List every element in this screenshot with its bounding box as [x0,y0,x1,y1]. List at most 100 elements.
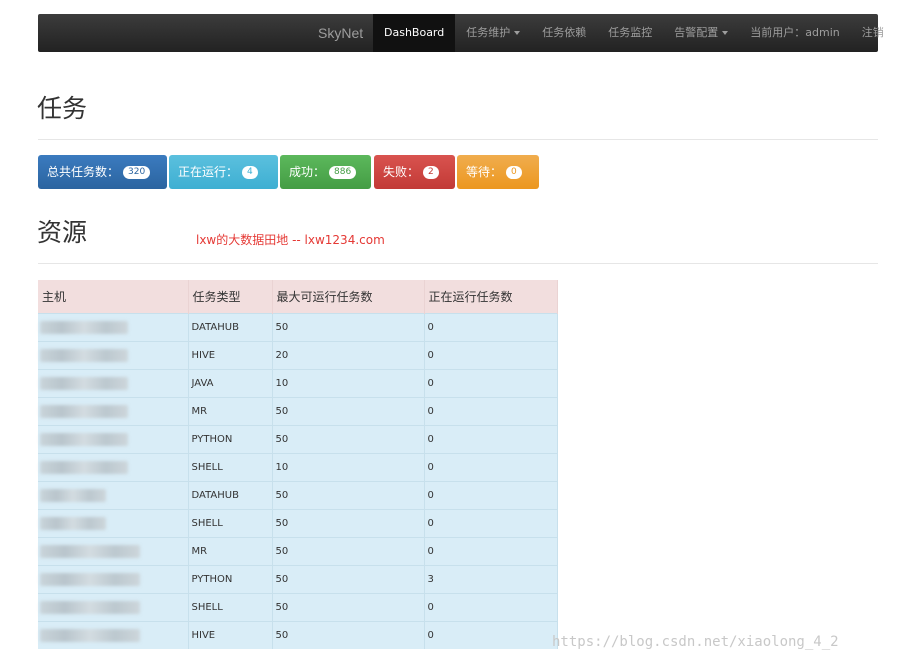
host-cell-redacted [38,537,189,566]
host-cell-redacted [38,481,189,510]
redacted-host-blur [40,321,128,334]
task-type-cell: MR [188,397,273,426]
task-type-cell: SHELL [188,453,273,482]
redacted-host-blur [40,433,128,446]
table-row: SHELL 50 0 [38,593,558,622]
redacted-host-blur [40,545,140,558]
running-tasks-cell: 0 [424,481,558,510]
table-row: SHELL 10 0 [38,453,558,482]
table-row: HIVE 20 0 [38,341,558,370]
running-tasks-cell: 0 [424,537,558,566]
total-tasks-button[interactable]: 总共任务数： 320 [38,155,167,189]
blog-watermark-text: lxw的大数据田地 -- lxw1234.com [196,233,385,247]
nav-item-task-dependency[interactable]: 任务依赖 [531,14,597,52]
task-type-cell: DATAHUB [188,313,273,342]
task-type-cell: HIVE [188,621,273,649]
max-tasks-cell: 50 [272,537,425,566]
host-cell-redacted [38,565,189,594]
running-tasks-cell: 0 [424,593,558,622]
divider [38,139,878,140]
max-tasks-cell: 50 [272,621,425,649]
task-type-cell: PYTHON [188,565,273,594]
waiting-tasks-label: 等待： [466,165,503,179]
nav-item-alert-config[interactable]: 告警配置 [663,14,739,52]
nav-item-label: 告警配置 [674,26,719,39]
waiting-tasks-badge: 0 [506,166,522,179]
failed-tasks-button[interactable]: 失败： 2 [374,155,455,189]
brand-logo[interactable]: SkyNet [318,14,363,52]
host-cell-redacted [38,621,189,649]
caret-down-icon [514,31,521,35]
running-tasks-label: 正在运行： [178,165,239,179]
table-row: MR 50 0 [38,397,558,426]
running-tasks-cell: 0 [424,397,558,426]
nav-item-current-user: 当前用户：admin [750,26,840,39]
host-cell-redacted [38,453,189,482]
resources-table: 主机 任务类型 最大可运行任务数 正在运行任务数 DATAHUB 50 0 HIVE 2… [38,280,558,649]
nav-menu: DashBoard 任务维护 任务依赖 任务监控 告警配置 当前用户：admin… [373,14,895,52]
redacted-host-blur [40,489,106,502]
host-cell-redacted [38,313,189,342]
col-header-max-tasks: 最大可运行任务数 [272,280,425,314]
max-tasks-cell: 10 [272,369,425,398]
running-tasks-cell: 0 [424,509,558,538]
success-tasks-button[interactable]: 成功： 886 [280,155,371,189]
redacted-host-blur [40,405,128,418]
running-tasks-cell: 0 [424,621,558,649]
host-cell-redacted [38,425,189,454]
running-tasks-cell: 0 [424,341,558,370]
table-row: PYTHON 50 3 [38,565,558,594]
tasks-heading: 任务 [37,94,88,123]
max-tasks-cell: 50 [272,397,425,426]
success-tasks-badge: 886 [329,166,357,179]
max-tasks-cell: 50 [272,509,425,538]
table-row: HIVE 50 0 [38,621,558,649]
host-cell-redacted [38,369,189,398]
col-header-task-type: 任务类型 [188,280,273,314]
max-tasks-cell: 10 [272,453,425,482]
table-row: PYTHON 50 0 [38,425,558,454]
failed-tasks-badge: 2 [423,166,439,179]
table-row: MR 50 0 [38,537,558,566]
caret-down-icon [722,31,729,35]
table-row: SHELL 50 0 [38,509,558,538]
redacted-host-blur [40,573,140,586]
running-tasks-badge: 4 [242,166,258,179]
resources-heading: 资源 [37,218,88,247]
running-tasks-cell: 0 [424,425,558,454]
success-tasks-label: 成功： [289,165,326,179]
task-type-cell: DATAHUB [188,481,273,510]
host-cell-redacted [38,509,189,538]
total-tasks-label: 总共任务数： [47,165,120,179]
redacted-host-blur [40,601,140,614]
max-tasks-cell: 50 [272,425,425,454]
task-type-cell: SHELL [188,593,273,622]
table-body: DATAHUB 50 0 HIVE 20 0 JAVA 10 0 MR 50 0 PYTHON 50 0 SH… [38,313,558,649]
col-header-host: 主机 [38,280,189,314]
table-row: JAVA 10 0 [38,369,558,398]
waiting-tasks-button[interactable]: 等待： 0 [457,155,539,189]
running-tasks-cell: 0 [424,313,558,342]
running-tasks-button[interactable]: 正在运行： 4 [169,155,278,189]
nav-item-logout[interactable]: 注销 [851,14,895,52]
table-row: DATAHUB 50 0 [38,313,558,342]
divider [38,263,878,264]
running-tasks-cell: 0 [424,369,558,398]
redacted-host-blur [40,629,140,642]
max-tasks-cell: 50 [272,565,425,594]
redacted-host-blur [40,377,128,390]
redacted-host-blur [40,349,128,362]
max-tasks-cell: 50 [272,481,425,510]
task-type-cell: HIVE [188,341,273,370]
max-tasks-cell: 50 [272,313,425,342]
nav-item-label: 任务维护 [466,26,511,39]
max-tasks-cell: 20 [272,341,425,370]
running-tasks-cell: 3 [424,565,558,594]
redacted-host-blur [40,517,106,530]
host-cell-redacted [38,341,189,370]
col-header-running-tasks: 正在运行任务数 [424,280,558,314]
max-tasks-cell: 50 [272,593,425,622]
nav-item-task-monitor[interactable]: 任务监控 [597,14,663,52]
nav-item-dashboard[interactable]: DashBoard [373,14,456,52]
nav-item-task-maintenance[interactable]: 任务维护 [455,14,531,52]
